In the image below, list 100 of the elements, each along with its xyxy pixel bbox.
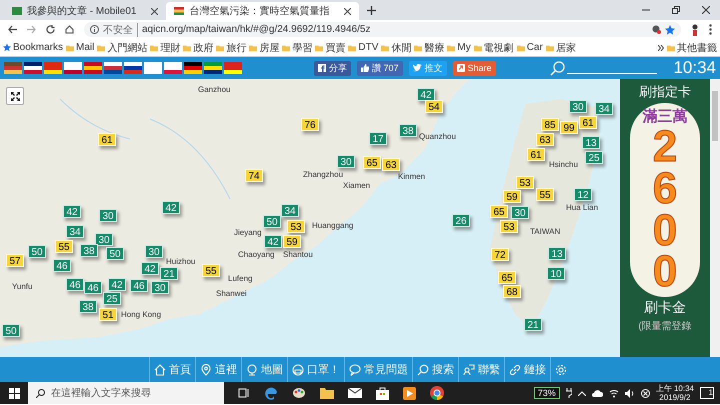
bookmark-folder[interactable]: 其他書籤: [667, 40, 717, 54]
aqi-marker[interactable]: 53: [500, 220, 518, 233]
aqi-marker[interactable]: 59: [503, 190, 521, 203]
bookmark-folder[interactable]: My: [447, 42, 471, 53]
fullscreen-button[interactable]: [6, 87, 24, 105]
bookmark-folder[interactable]: 旅行: [216, 40, 246, 54]
taskbar-time[interactable]: 上午 10:34: [656, 384, 694, 393]
aqi-marker[interactable]: 30: [337, 155, 355, 168]
aqi-marker[interactable]: 42: [162, 201, 180, 214]
flag-icon[interactable]: [64, 62, 82, 74]
search-icon[interactable]: [550, 60, 566, 76]
aqi-marker[interactable]: 10: [547, 267, 565, 280]
taskbar-search-field[interactable]: 在這裡輸入文字來搜尋: [28, 382, 224, 404]
aqi-marker[interactable]: 59: [283, 235, 301, 248]
plug-icon[interactable]: [566, 388, 572, 398]
aqi-marker[interactable]: 63: [536, 133, 554, 146]
aqi-marker[interactable]: 42: [63, 205, 81, 218]
chevron-right-icon[interactable]: [658, 44, 664, 50]
aqi-marker[interactable]: 17: [369, 132, 387, 145]
bookmark-folder[interactable]: 理財: [150, 40, 180, 54]
aqi-marker[interactable]: 12: [574, 188, 592, 201]
aqi-marker[interactable]: 42: [417, 88, 435, 101]
browser-tab[interactable]: 台灣空氣污染：實時空氣質量指: [166, 2, 360, 20]
aqi-marker[interactable]: 50: [28, 245, 46, 258]
extension-icon[interactable]: [652, 25, 661, 34]
wifi-icon[interactable]: [608, 388, 619, 398]
bookmark-folder[interactable]: 入門網站: [97, 40, 148, 54]
aqi-marker[interactable]: 38: [399, 124, 417, 137]
cloud-icon[interactable]: [592, 390, 603, 396]
windows-start-icon[interactable]: [8, 388, 20, 398]
bookmark-folder[interactable]: 休閒: [381, 40, 412, 54]
share-button[interactable]: Share: [452, 60, 496, 76]
profile-icon[interactable]: [691, 24, 699, 36]
like-button[interactable]: 讚 707: [357, 60, 403, 76]
notification-button[interactable]: 1: [700, 387, 714, 399]
aqi-marker[interactable]: 74: [245, 169, 263, 182]
aqi-marker[interactable]: 54: [425, 100, 443, 113]
aqi-marker[interactable]: 30: [145, 245, 163, 258]
aqi-marker[interactable]: 53: [287, 220, 305, 233]
aqi-marker[interactable]: 53: [516, 176, 534, 189]
speaker-icon[interactable]: [624, 388, 635, 398]
aqi-marker[interactable]: 42: [108, 278, 126, 291]
scrollbar[interactable]: [710, 79, 720, 357]
bookmark-folder[interactable]: 電視劇: [474, 40, 514, 54]
flag-icon[interactable]: [124, 62, 142, 74]
aqi-marker[interactable]: 50: [106, 247, 124, 260]
close-icon[interactable]: [151, 8, 158, 14]
bookmark-folder[interactable]: 房屋: [249, 40, 280, 54]
flag-icon[interactable]: [204, 62, 222, 74]
chevron-up-icon[interactable]: [578, 390, 586, 396]
aqi-marker[interactable]: 61: [98, 133, 116, 146]
aqi-marker[interactable]: 38: [80, 244, 98, 257]
facebook-button[interactable]: 分享: [314, 60, 351, 76]
aqi-marker[interactable]: 30: [151, 281, 169, 294]
aqi-marker[interactable]: 21: [160, 267, 178, 280]
flag-icon[interactable]: [184, 62, 202, 74]
task-view-icon[interactable]: [238, 388, 250, 398]
aqi-marker[interactable]: 13: [582, 136, 600, 149]
aqi-marker[interactable]: 42: [264, 235, 282, 248]
info-icon[interactable]: [90, 25, 99, 34]
address-bar[interactable]: 不安全 aqicn.org/map/taiwan/hk/#@g/24.9692/119.4946/5z: [84, 22, 681, 37]
aqi-marker[interactable]: 34: [595, 102, 613, 115]
flag-icon[interactable]: [24, 62, 42, 74]
aqi-marker[interactable]: 34: [281, 204, 299, 217]
paint-palette-icon[interactable]: [292, 386, 306, 400]
restore-icon[interactable]: [672, 6, 680, 14]
aqi-marker[interactable]: 68: [503, 285, 521, 298]
mail-icon[interactable]: [348, 388, 362, 398]
aqi-marker[interactable]: 46: [130, 279, 148, 292]
close-icon[interactable]: [344, 8, 352, 14]
bookmark-folder[interactable]: 買賣: [315, 40, 346, 54]
aqi-marker[interactable]: 55: [536, 188, 554, 201]
aqi-marker[interactable]: 30: [99, 209, 117, 222]
close-icon[interactable]: [702, 6, 710, 14]
chrome-icon[interactable]: [430, 386, 444, 400]
aqi-marker[interactable]: 55: [202, 264, 220, 277]
menu-icon[interactable]: [709, 24, 712, 35]
ad-banner[interactable]: 刷指定卡 滿三萬 2600 刷卡金 (限量需登錄: [620, 79, 710, 357]
aqi-marker[interactable]: 13: [548, 247, 566, 260]
bookmark-folder[interactable]: DTV: [348, 42, 378, 53]
aqi-marker[interactable]: 46: [53, 259, 71, 272]
home-icon[interactable]: [65, 25, 74, 34]
aqi-marker[interactable]: 57: [6, 254, 24, 267]
aqi-marker[interactable]: 30: [511, 206, 529, 219]
aqi-marker[interactable]: 30: [95, 233, 113, 246]
bookmark-folder[interactable]: Mail: [66, 42, 94, 53]
aqi-marker[interactable]: 25: [103, 292, 121, 305]
store-bag-icon[interactable]: [376, 386, 389, 400]
aqi-marker[interactable]: 50: [263, 215, 281, 228]
edge-icon[interactable]: [264, 386, 278, 400]
aqi-marker[interactable]: 76: [301, 118, 319, 131]
aqi-marker[interactable]: 46: [84, 281, 102, 294]
media-player-icon[interactable]: [403, 386, 416, 400]
bookmark-link[interactable]: Bookmarks: [3, 42, 64, 53]
aqi-marker[interactable]: 72: [491, 248, 509, 261]
aqi-marker[interactable]: 38: [79, 300, 97, 313]
back-icon[interactable]: [8, 25, 17, 34]
aqi-marker[interactable]: 55: [55, 240, 73, 253]
aqi-marker[interactable]: 42: [141, 262, 159, 275]
aqi-marker[interactable]: 26: [452, 214, 470, 227]
